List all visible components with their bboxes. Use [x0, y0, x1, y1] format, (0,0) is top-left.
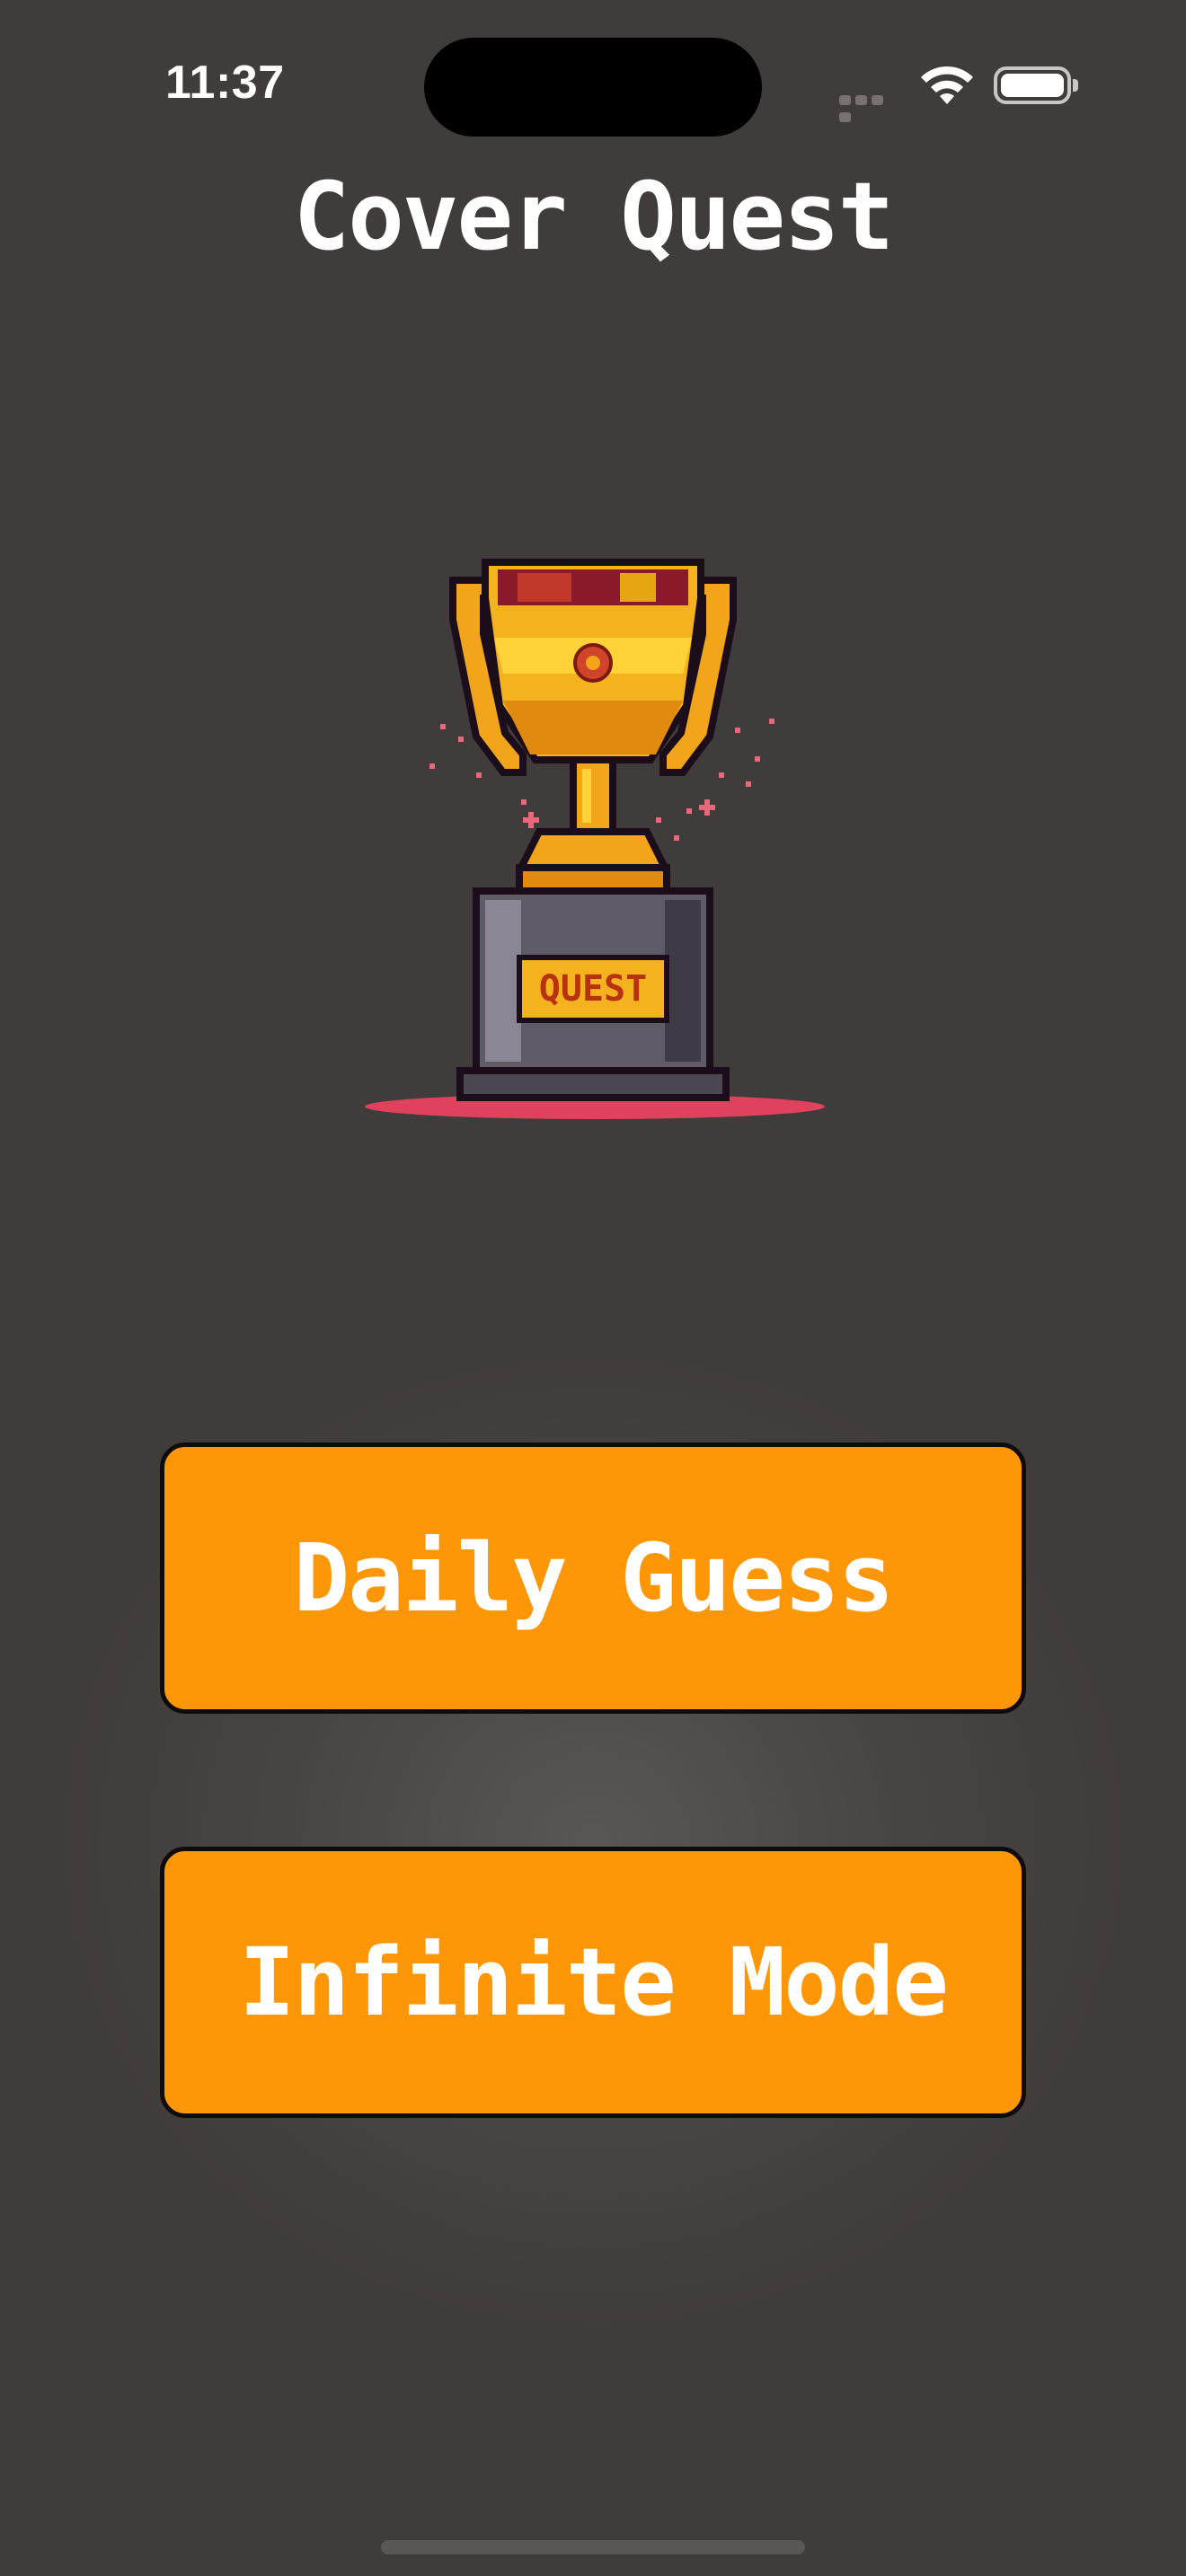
infinite-mode-button[interactable]: Infinite Mode — [160, 1847, 1026, 2118]
dynamic-island — [424, 38, 762, 137]
daily-guess-button[interactable]: Daily Guess — [160, 1442, 1026, 1714]
signal-icon — [839, 92, 902, 122]
home-indicator[interactable] — [381, 2540, 805, 2554]
status-time: 11:37 — [165, 57, 285, 109]
app-screen: 11:37 Cover Quest QUEST Daily Guess Infi… — [0, 0, 1186, 2576]
page-title: Cover Quest — [293, 162, 895, 271]
trophy-icon: QUEST — [365, 559, 825, 1119]
plaque-text: QUEST — [539, 968, 647, 1010]
battery-icon — [994, 66, 1078, 104]
wifi-icon — [921, 66, 973, 104]
